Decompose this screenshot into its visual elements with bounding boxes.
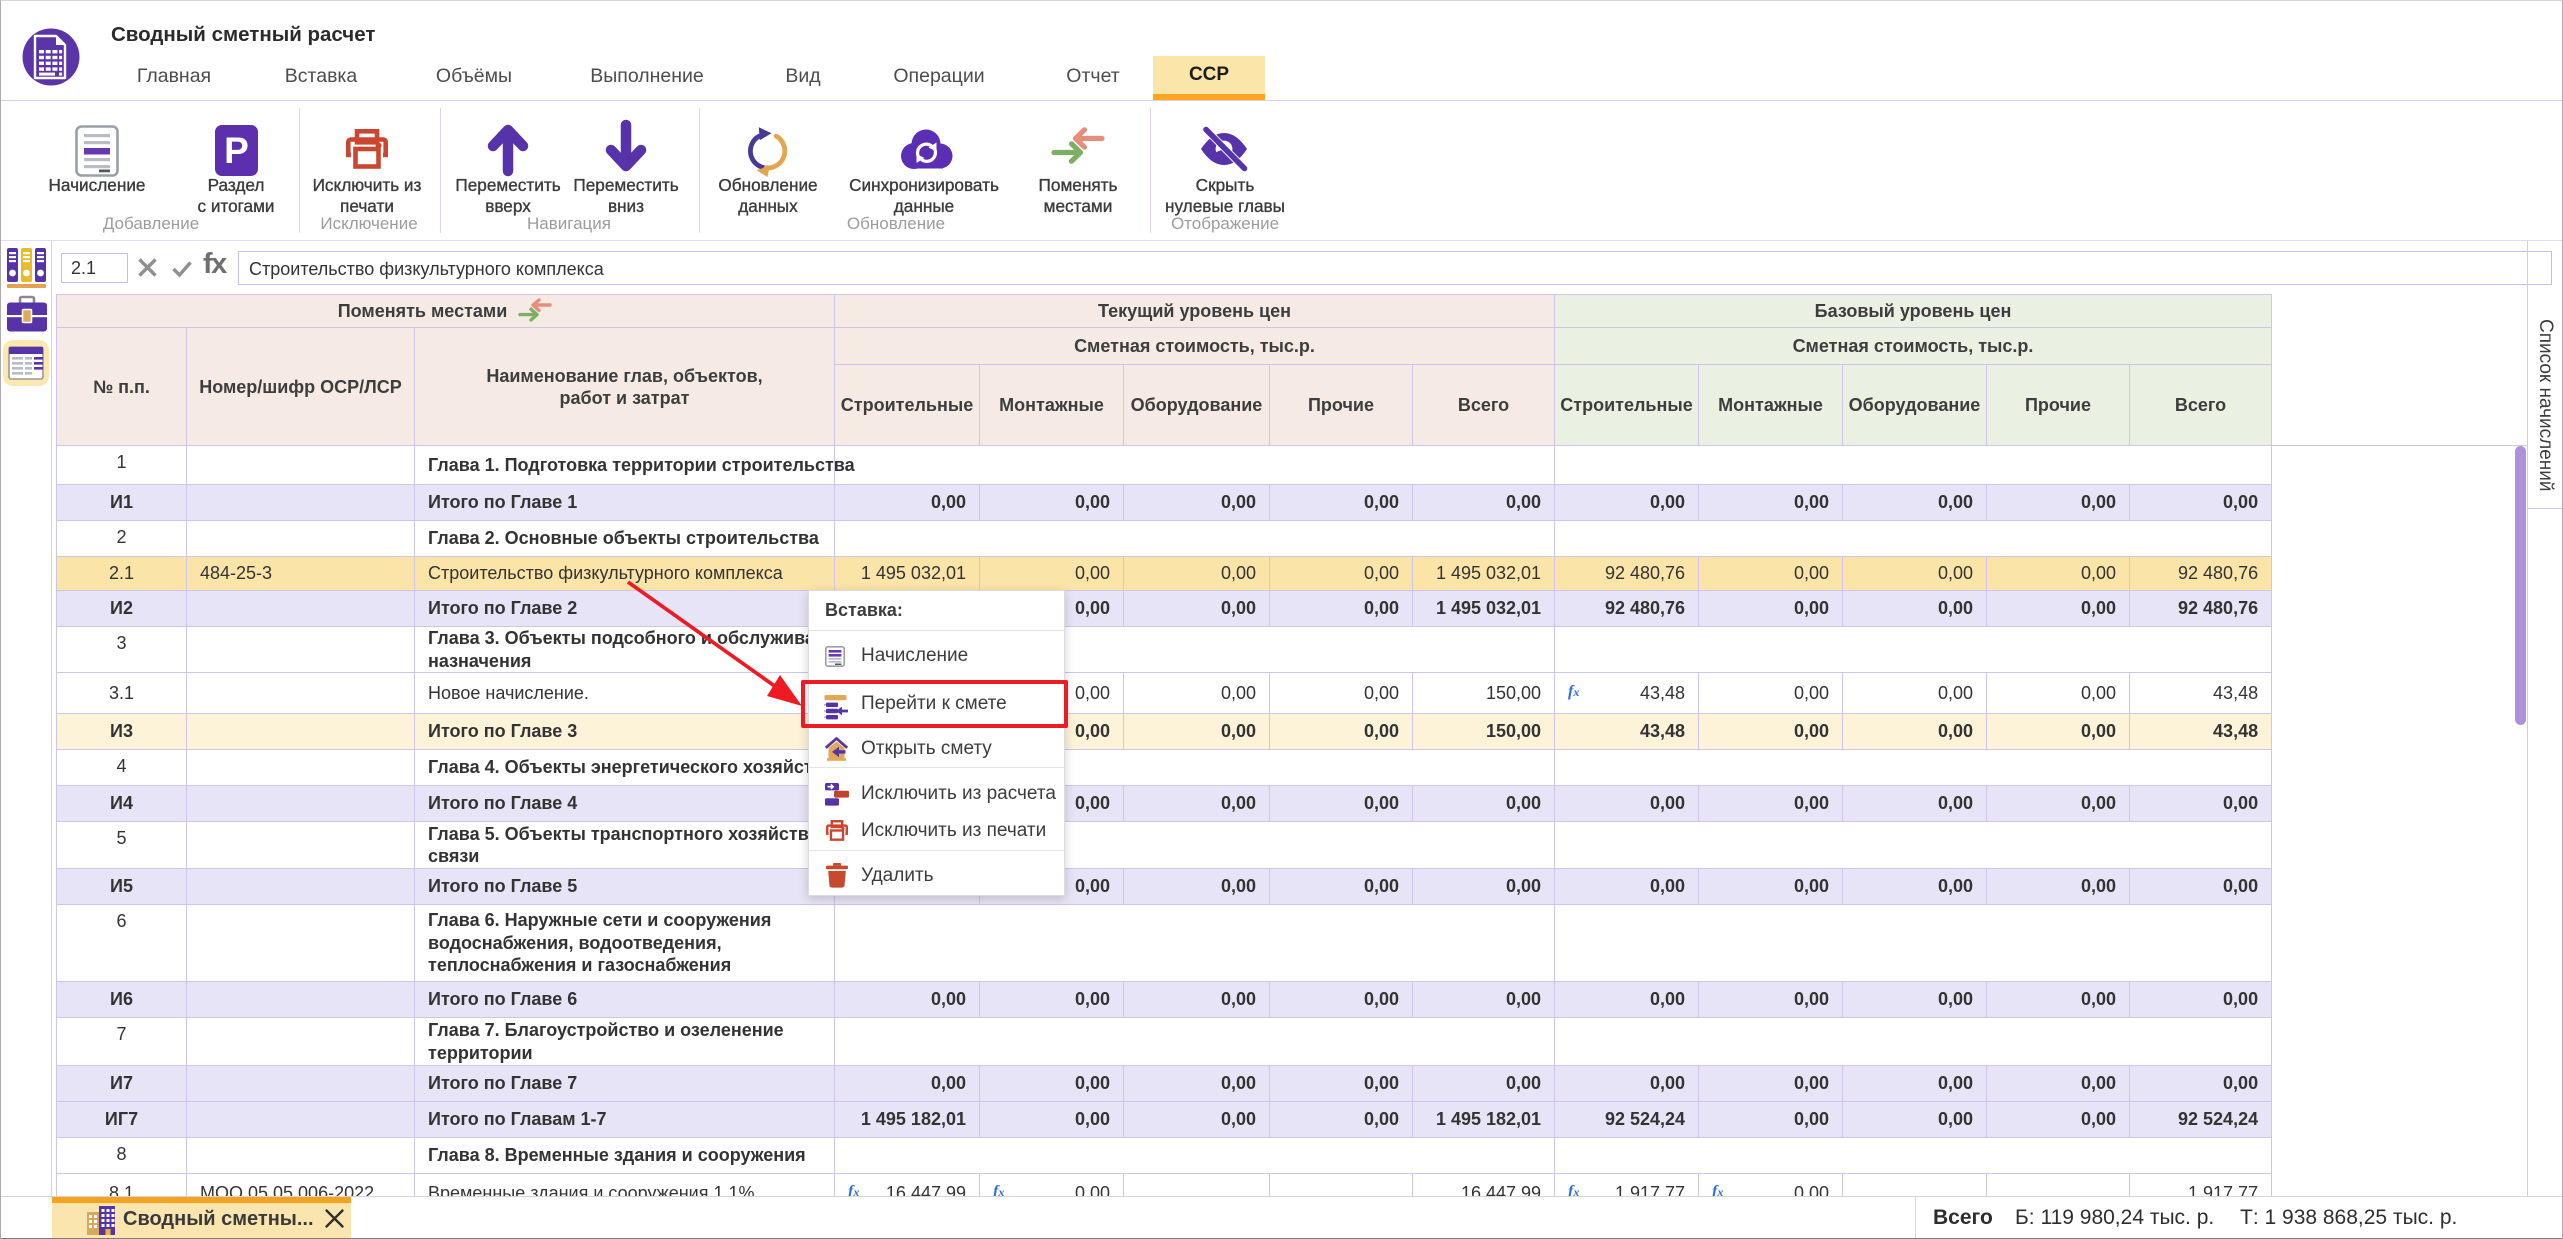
- svg-text:P: P: [224, 130, 249, 171]
